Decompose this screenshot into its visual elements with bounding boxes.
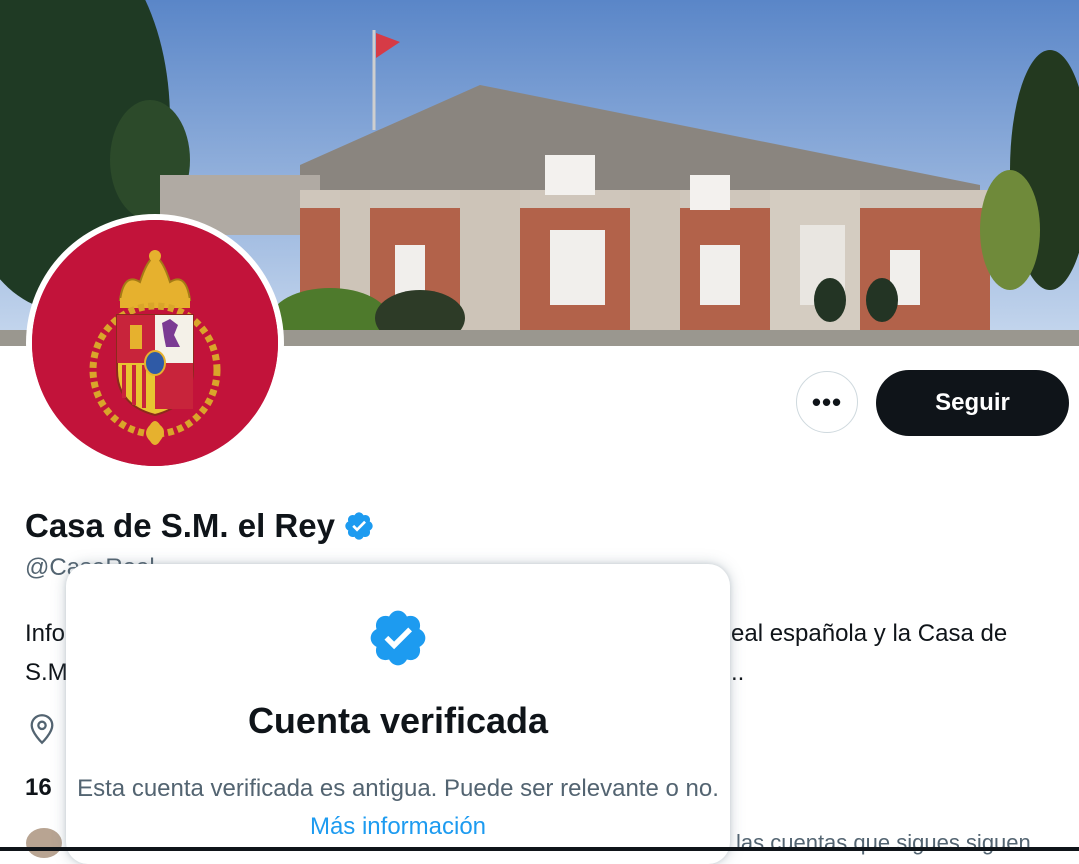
popup-description-text: Esta cuenta verificada es antigua. Puede… [77, 775, 719, 802]
bio-line2-start: S.M [25, 659, 68, 686]
bottom-border [0, 847, 1079, 851]
royal-coat-of-arms-logo [32, 220, 278, 466]
popup-description: Esta cuenta verificada es antigua. Puede… [66, 770, 730, 846]
popup-title: Cuenta verificada [247, 700, 549, 741]
profile-avatar[interactable] [26, 214, 284, 472]
profile-name-text: Casa de S.M. el Rey [25, 507, 335, 544]
profile-name: Casa de S.M. el Rey [25, 507, 375, 545]
bio-line1-end: eal española y la Casa de [731, 620, 1008, 647]
location-pin-icon [30, 714, 54, 745]
more-info-link[interactable]: Más información [310, 813, 486, 840]
followers-you-know[interactable]: las cuentas que sigues siguen [736, 830, 1031, 856]
follow-button[interactable]: Seguir [876, 370, 1069, 436]
verified-badge-icon[interactable] [343, 510, 375, 542]
more-options-button[interactable]: ••• [796, 371, 858, 433]
verified-account-popup: Cuenta verificada Esta cuenta verificada… [66, 564, 730, 864]
bio-line2-end: .. [731, 659, 745, 686]
following-count[interactable]: 16 [25, 774, 52, 802]
verified-badge-icon [370, 610, 426, 666]
bio-line1-start: Info [25, 620, 66, 647]
more-options-icon: ••• [811, 386, 843, 417]
follower-avatar [26, 828, 62, 858]
